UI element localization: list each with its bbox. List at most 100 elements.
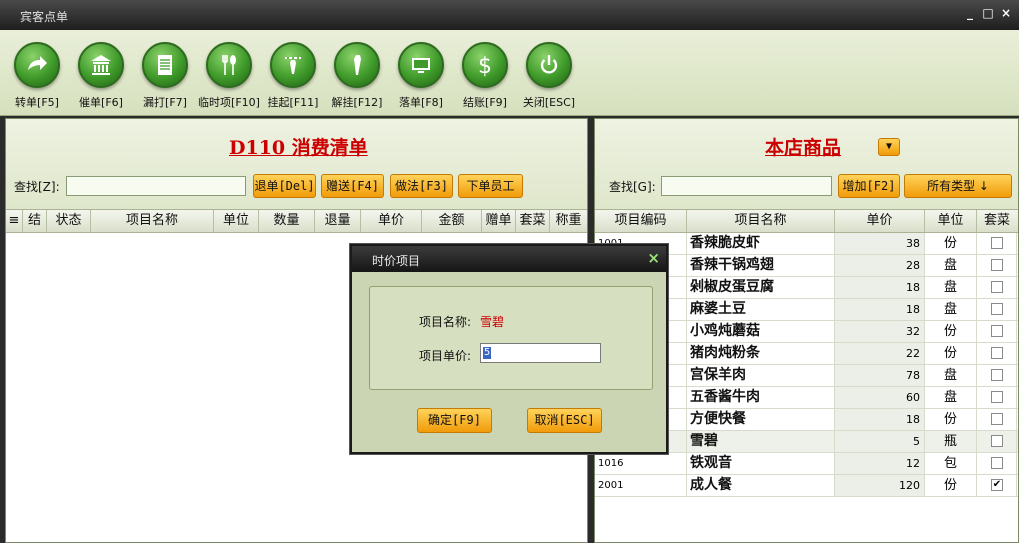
set-meal-checkbox[interactable]: [991, 325, 1003, 337]
close-icon[interactable]: ×: [647, 249, 660, 267]
table-row[interactable]: 1016 铁观音 12 包: [595, 453, 1018, 475]
dollar-icon: $: [478, 54, 492, 78]
minimize-icon[interactable]: _: [963, 6, 977, 20]
set-meal-checkbox[interactable]: [991, 303, 1003, 315]
item-price-input[interactable]: 5: [480, 343, 601, 363]
set-meal-checkbox[interactable]: [991, 237, 1003, 249]
item-name-cell: 香辣脆皮虾: [687, 233, 835, 254]
item-price-cell: 78: [835, 365, 925, 386]
maximize-icon[interactable]: □: [981, 6, 995, 20]
resume-button[interactable]: 解挂[F12]: [325, 34, 389, 114]
store-products-title: 本店商品: [765, 137, 842, 159]
set-meal-cell: [977, 299, 1017, 320]
price-value-selected: 5: [483, 347, 491, 359]
missed-print-button[interactable]: 漏打[F7]: [133, 34, 197, 114]
item-price-cell: 32: [835, 321, 925, 342]
set-meal-cell: [977, 321, 1017, 342]
column-header[interactable]: 结: [23, 210, 47, 232]
urge-order-button[interactable]: 催单[F6]: [69, 34, 133, 114]
item-price-label: 项目单价:: [419, 349, 472, 363]
dialog-content-box: 项目名称: 雪碧 项目单价: 5: [369, 286, 653, 390]
item-name-cell: 小鸡炖蘑菇: [687, 321, 835, 342]
item-unit-cell: 份: [925, 233, 977, 254]
column-header[interactable]: 项目编码: [595, 210, 687, 232]
column-header[interactable]: 单价: [361, 210, 422, 232]
left-search-input[interactable]: [66, 176, 246, 196]
set-meal-checkbox[interactable]: [991, 413, 1003, 425]
dialog-title: 时价项目: [372, 254, 421, 268]
set-meal-checkbox[interactable]: [991, 435, 1003, 447]
confirm-button[interactable]: 确定[F9]: [417, 408, 492, 433]
column-header[interactable]: 赠单: [482, 210, 516, 232]
item-price-cell: 120: [835, 475, 925, 496]
close-app-button[interactable]: 关闭[ESC]: [517, 34, 581, 114]
consumption-list-title: D110 消费清单: [229, 137, 368, 159]
item-name-cell: 香辣干锅鸡翅: [687, 255, 835, 276]
all-types-dropdown[interactable]: 所有类型 ↓: [904, 174, 1012, 198]
column-header[interactable]: 单价: [835, 210, 925, 232]
set-meal-cell: ✔: [977, 475, 1017, 496]
right-search-input[interactable]: [661, 176, 832, 196]
set-meal-checkbox[interactable]: [991, 369, 1003, 381]
item-code-cell: 2001: [595, 475, 687, 496]
column-header[interactable]: 套菜: [977, 210, 1017, 232]
column-header[interactable]: 退量: [315, 210, 361, 232]
set-meal-checkbox[interactable]: [991, 259, 1003, 271]
cancel-button[interactable]: 取消[ESC]: [527, 408, 602, 433]
column-header[interactable]: 单位: [214, 210, 259, 232]
item-price-cell: 28: [835, 255, 925, 276]
order-staff-button[interactable]: 下单员工: [458, 174, 523, 198]
category-dropdown-icon[interactable]: ▼: [878, 138, 900, 156]
set-meal-checkbox[interactable]: [991, 281, 1003, 293]
column-header[interactable]: 数量: [259, 210, 315, 232]
column-header[interactable]: 单位: [925, 210, 977, 232]
column-header[interactable]: 称重: [550, 210, 587, 232]
item-name-cell: 五香酱牛肉: [687, 387, 835, 408]
item-price-cell: 18: [835, 277, 925, 298]
toolbar: 转单[F5] 催单[F6] 漏打[F7] 临时项[F10] 挂起[F11] 解挂…: [0, 30, 1019, 116]
set-meal-checkbox[interactable]: ✔: [991, 479, 1003, 491]
set-meal-checkbox[interactable]: [991, 347, 1003, 359]
set-meal-cell: [977, 343, 1017, 364]
item-price-cell: 5: [835, 431, 925, 452]
set-meal-checkbox[interactable]: [991, 391, 1003, 403]
set-meal-checkbox[interactable]: [991, 457, 1003, 469]
market-price-dialog: 时价项目 × 项目名称: 雪碧 项目单价: 5 确定[F9] 取消[ESC]: [350, 244, 668, 454]
temp-item-button[interactable]: 临时项[F10]: [197, 34, 261, 114]
place-order-button[interactable]: 落单[F8]: [389, 34, 453, 114]
products-table-header: 项目编码 项目名称 单价 单位 套菜: [595, 209, 1018, 233]
table-row[interactable]: 2001 成人餐 120 份 ✔: [595, 475, 1018, 497]
item-name-cell: 成人餐: [687, 475, 835, 496]
close-icon[interactable]: ×: [999, 6, 1013, 20]
column-header[interactable]: ≡: [6, 210, 23, 232]
gift-button[interactable]: 赠送[F4]: [321, 174, 384, 198]
column-header[interactable]: 状态: [47, 210, 91, 232]
checkout-button[interactable]: $ 结账[F9]: [453, 34, 517, 114]
dialog-titlebar: 时价项目 ×: [352, 246, 666, 272]
item-unit-cell: 份: [925, 321, 977, 342]
item-unit-cell: 份: [925, 409, 977, 430]
transfer-order-button[interactable]: 转单[F5]: [5, 34, 69, 114]
suspend-button[interactable]: 挂起[F11]: [261, 34, 325, 114]
item-unit-cell: 包: [925, 453, 977, 474]
bank-icon: [91, 55, 111, 75]
return-item-button[interactable]: 退单[Del]: [253, 174, 316, 198]
item-price-cell: 18: [835, 409, 925, 430]
column-header[interactable]: 项目名称: [687, 210, 835, 232]
item-price-cell: 60: [835, 387, 925, 408]
set-meal-cell: [977, 387, 1017, 408]
set-meal-cell: [977, 365, 1017, 386]
item-name-cell: 宫保羊肉: [687, 365, 835, 386]
item-unit-cell: 份: [925, 475, 977, 496]
item-name-cell: 麻婆土豆: [687, 299, 835, 320]
column-header[interactable]: 套菜: [516, 210, 550, 232]
tie-loose-icon: [354, 55, 361, 75]
set-meal-cell: [977, 277, 1017, 298]
forward-arrow-icon: [28, 56, 47, 70]
column-header[interactable]: 项目名称: [91, 210, 214, 232]
item-name-cell: 剁椒皮蛋豆腐: [687, 277, 835, 298]
column-header[interactable]: 金额: [422, 210, 482, 232]
add-item-button[interactable]: 增加[F2]: [838, 174, 900, 198]
item-code-cell: 1016: [595, 453, 687, 474]
cooking-method-button[interactable]: 做法[F3]: [390, 174, 453, 198]
